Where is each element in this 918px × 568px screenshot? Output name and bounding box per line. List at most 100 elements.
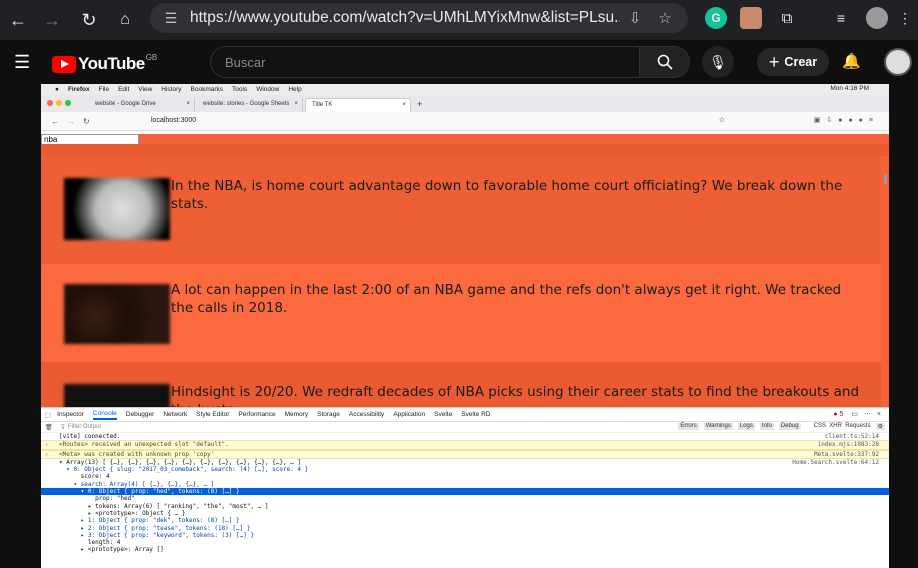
- console-text: ▸ 2: Object { prop: "tease", tokens: (18…: [59, 524, 251, 532]
- youtube-header: ☰ YouTube GB Buscar 🎙 + Crear 🔔: [0, 40, 918, 84]
- bookmark-star-icon[interactable]: ☆: [650, 9, 680, 27]
- level-debug: Debug: [778, 423, 801, 430]
- country-code: GB: [145, 52, 158, 62]
- plus-icon: +: [768, 51, 780, 72]
- search-input[interactable]: Buscar: [210, 46, 640, 78]
- filter-icon: ⊽: [60, 424, 66, 431]
- warning-icon: ⚠: [45, 450, 49, 458]
- youtube-logo[interactable]: YouTube GB: [52, 52, 158, 74]
- settings-gear-icon: ⚙: [875, 423, 885, 430]
- firefox-address-bar: localhost:3000 ☆: [145, 115, 725, 128]
- tab-application: Application: [393, 411, 426, 418]
- tab-style-editor: Style Editor: [196, 411, 230, 418]
- search-icon[interactable]: [640, 46, 690, 78]
- mac-clock: Mon 4:16 PM: [830, 85, 869, 92]
- console-text: ▾ 0: Object { slug: "2017_03_comeback", …: [59, 466, 309, 474]
- request-filters: CSS XHR Requests: [813, 423, 871, 429]
- close-icon: ×: [876, 411, 881, 418]
- devtools-panel: ⬚ Inspector Console Debugger Network Sty…: [41, 407, 889, 568]
- story-thumbnail: [64, 178, 170, 240]
- console-line: ▾ 0: Object { prop: "hed", tokens: (8) […: [41, 488, 889, 496]
- log-level-filters: Errors Warnings Logs Info Debug CSS XHR …: [678, 423, 885, 430]
- console-text: ▾ search: Array(4) [ {…}, {…}, {…}, … ]: [59, 480, 215, 488]
- tab-network: Network: [163, 411, 188, 418]
- avatar[interactable]: [884, 48, 912, 76]
- level-warnings: Warnings: [703, 423, 733, 430]
- tab-google-sheets: website: stories - Google Sheets ×: [197, 98, 303, 112]
- app-viewport: nba In the NBA, is home court advantage …: [41, 134, 889, 407]
- firefox-url: localhost:3000: [151, 117, 197, 124]
- error-icon: ●: [833, 411, 838, 418]
- maximize-window-icon: [65, 100, 71, 106]
- story-headline: A lot can happen in the last 2:00 of an …: [171, 282, 842, 316]
- console-line: ▸ 1: Object { prop: "dek", tokens: (8) […: [41, 517, 889, 524]
- console-text: ▸ 3: Object { prop: "keyword", tokens: (…: [59, 531, 255, 539]
- console-warning: ⚠ <Routes> received an unexpected slot "d…: [41, 440, 889, 450]
- tab-console: Console: [92, 410, 117, 420]
- minimize-window-icon: [56, 100, 62, 106]
- console-text: <Routes> received an unexpected slot "de…: [59, 441, 229, 449]
- address-url[interactable]: https://www.youtube.com/watch?v=UMhLMYix…: [190, 9, 620, 27]
- console-source-link: Home.Search.svelte:64:12: [792, 458, 879, 466]
- mac-menu-item: File: [98, 86, 110, 93]
- forward-arrow-icon: →: [67, 116, 75, 126]
- video-player[interactable]: ● Firefox File Edit View History Bookmar…: [41, 84, 889, 568]
- tab-google-drive: website - Google Drive ×: [89, 98, 195, 112]
- story-thumbnail: [64, 284, 170, 344]
- tab-performance: Performance: [238, 411, 276, 418]
- extension-avatar-icon[interactable]: [740, 7, 762, 29]
- notifications-bell-icon[interactable]: 🔔: [842, 52, 861, 70]
- install-icon[interactable]: ⇩: [620, 9, 650, 27]
- close-icon: ×: [294, 101, 298, 107]
- devtools-tab-bar: ⬚ Inspector Console Debugger Network Sty…: [41, 408, 889, 422]
- mac-menu-item: Help: [288, 86, 302, 93]
- mac-menu-item: Firefox: [67, 86, 90, 93]
- console-text: score: 4: [59, 473, 110, 481]
- chrome-menu-icon[interactable]: ⋮: [894, 7, 916, 29]
- address-bar[interactable]: ☰ https://www.youtube.com/watch?v=UMhLMY…: [150, 3, 688, 33]
- story-thumbnail: [64, 384, 170, 407]
- mac-menu-item: Window: [256, 86, 280, 93]
- back-arrow-icon[interactable]: ←: [3, 5, 33, 35]
- grammarly-icon[interactable]: G: [705, 7, 727, 29]
- profile-avatar-icon[interactable]: [866, 7, 888, 29]
- console-source-link: client.ts:52:14: [824, 433, 879, 440]
- firefox-tab-bar: website - Google Drive × website: stories…: [41, 95, 889, 112]
- site-settings-icon[interactable]: ☰: [158, 10, 184, 27]
- reading-list-icon[interactable]: ≡: [830, 7, 852, 29]
- tab-memory: Memory: [284, 411, 309, 418]
- console-text: [vite] connected.: [59, 433, 121, 440]
- console-text: ▸ <prototype>: Array []: [59, 546, 164, 554]
- create-button[interactable]: + Crear: [757, 48, 829, 76]
- mac-menu-item: View: [138, 86, 153, 93]
- back-arrow-icon: ←: [51, 116, 59, 126]
- console-line: ▾ search: Array(4) [ {…}, {…}, {…}, … ]: [41, 481, 889, 488]
- home-icon[interactable]: ⌂: [110, 5, 140, 35]
- console-line: length: 4: [41, 539, 889, 546]
- mac-menu-bar: ● Firefox File Edit View History Bookmar…: [41, 84, 889, 95]
- console-line: prop: "hed": [41, 495, 889, 502]
- tab-svelte: Svelte: [434, 411, 453, 418]
- level-logs: Logs: [737, 423, 755, 430]
- dock-icon: ▭: [851, 411, 858, 418]
- close-window-icon: [47, 100, 53, 106]
- microphone-icon[interactable]: 🎙: [702, 46, 734, 78]
- new-tab-icon: +: [417, 99, 423, 109]
- hamburger-menu-icon[interactable]: ☰: [14, 52, 30, 73]
- console-line: ▸ 3: Object { prop: "keyword", tokens: (…: [41, 532, 889, 539]
- bookmark-star-icon: ☆: [718, 117, 725, 124]
- level-info: Info: [759, 423, 774, 430]
- console-warning: ⚠ <Meta> was created with unknown prop 'c…: [41, 449, 889, 459]
- forward-arrow-icon[interactable]: →: [37, 5, 67, 35]
- more-icon: ⋯: [863, 411, 871, 418]
- trash-icon: 🗑: [45, 424, 53, 431]
- console-source-link: Meta.svelte:337:92: [813, 450, 879, 458]
- reload-icon[interactable]: ↻: [74, 5, 104, 35]
- extensions-toolbar-icons: ▣⇩●●●≡: [813, 117, 879, 124]
- error-count: 5: [839, 411, 844, 418]
- console-line: ▸ <prototype>: Object { … }: [41, 510, 889, 517]
- close-icon: ×: [402, 102, 406, 108]
- extensions-puzzle-icon[interactable]: ⧉: [776, 7, 798, 29]
- tab-label: website: stories - Google Sheets: [203, 101, 290, 107]
- mac-menu-item: Bookmarks: [190, 86, 224, 93]
